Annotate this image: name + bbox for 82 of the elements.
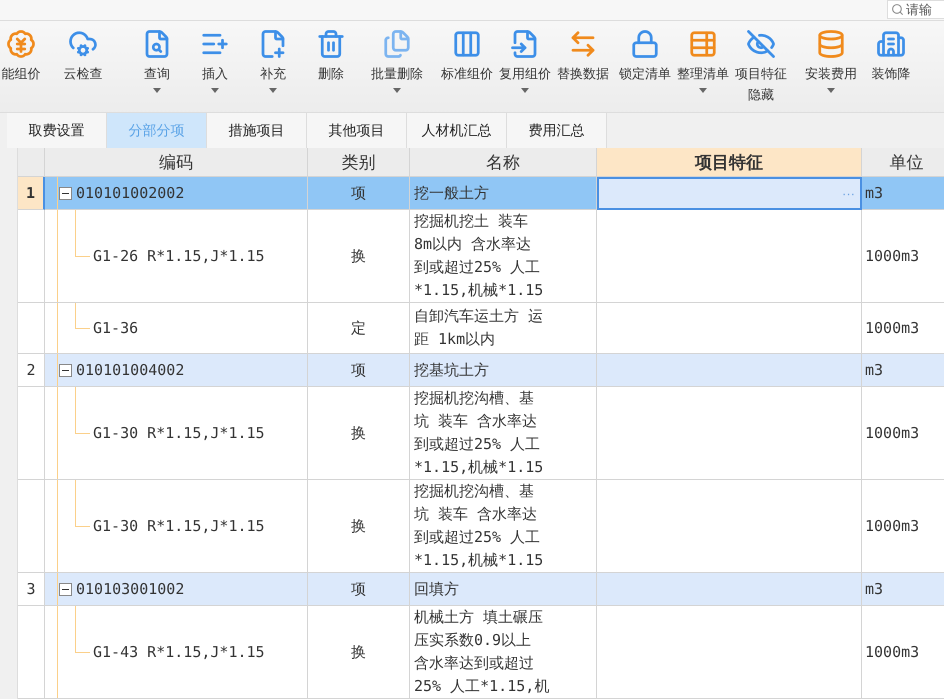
column-header[interactable]: 项目特征 [597, 148, 862, 177]
eye-off-icon [746, 29, 776, 59]
column-header[interactable]: 类别 [308, 148, 410, 177]
table-cell: 换 [308, 606, 410, 699]
tab[interactable]: 其他项目 [307, 113, 407, 148]
column-header[interactable]: 单位 [862, 148, 944, 177]
table-cell: 换 [308, 480, 410, 573]
tree-line [75, 303, 90, 329]
collapse-icon[interactable] [59, 186, 72, 200]
tree-line [75, 210, 90, 257]
table-cell[interactable] [597, 606, 862, 699]
toolbar-button[interactable]: 批量删除 [368, 21, 426, 93]
column-header[interactable]: 名称 [410, 148, 597, 177]
table-cell: 项 [308, 354, 410, 387]
yen-icon [6, 29, 36, 59]
tree-line [75, 387, 90, 434]
toolbar-button[interactable]: 整理清单 [674, 21, 732, 93]
toolbar-button[interactable]: 补充 [244, 21, 302, 93]
code-text: G1-30 R*1.15,J*1.15 [93, 517, 265, 535]
tab[interactable]: 措施项目 [207, 113, 307, 148]
table-cell: 定 [308, 303, 410, 354]
table-cell[interactable] [597, 573, 862, 606]
table-cell[interactable] [597, 354, 862, 387]
lock-icon [630, 29, 660, 59]
tree-line [75, 606, 90, 653]
table-cell: 挖一般土方 [410, 177, 597, 210]
database-icon [816, 29, 846, 59]
table-cell: m3 [862, 354, 944, 387]
table-cell: 挖掘机挖沟槽、基 坑 装车 含水率达 到或超过25% 人工 *1.15,机械*1.15 [410, 387, 597, 480]
columns-icon [452, 29, 482, 59]
toolbar-button[interactable]: 查询 [128, 21, 186, 93]
table-cell: 机械土方 填土碾压 压实系数0.9以上 含水率达到或超过 25% 人工*1.15,机 [410, 606, 597, 699]
toolbar-button[interactable]: 云检查 [54, 21, 112, 85]
tab[interactable]: 费用汇总 [507, 113, 607, 148]
toolbar-button[interactable]: 安装费用 [802, 21, 860, 93]
table-icon [688, 29, 718, 59]
row-number: 3 [18, 573, 45, 606]
toolbar-button[interactable]: 装饰降 [862, 21, 920, 85]
table-cell[interactable] [597, 303, 862, 354]
collapse-icon[interactable] [59, 582, 72, 596]
table-cell[interactable] [597, 480, 862, 573]
toolbar-button[interactable]: 能组价 [0, 21, 50, 85]
header-corner [18, 148, 45, 177]
code-text: 010103001002 [76, 580, 184, 598]
table-cell: 自卸汽车运土方 运 距 1km以内 [410, 303, 597, 354]
building-icon [876, 29, 906, 59]
tab[interactable]: 人材机汇总 [407, 113, 507, 148]
table-cell: m3 [862, 177, 944, 210]
table-cell: 挖掘机挖土 装车 8m以内 含水率达 到或超过25% 人工 *1.15,机械*1.15 [410, 210, 597, 303]
column-header[interactable]: 编码 [45, 148, 308, 177]
trash-icon [316, 29, 346, 59]
table-cell[interactable] [597, 387, 862, 480]
row-number: 1 [18, 177, 45, 210]
table-cell[interactable] [597, 210, 862, 303]
code-text: G1-26 R*1.15,J*1.15 [93, 247, 265, 265]
collapse-icon[interactable] [59, 364, 72, 376]
toolbar-button[interactable]: 删除 [302, 21, 360, 85]
toolbar-button[interactable]: 项目特征隐藏 [732, 21, 790, 106]
code-text: G1-36 [93, 319, 138, 337]
table-cell: 回填方 [410, 573, 597, 606]
code-text: 010101002002 [76, 184, 184, 202]
toolbar-button[interactable]: 锁定清单 [616, 21, 674, 85]
tab[interactable]: 取费设置 [7, 113, 107, 148]
table-cell: 换 [308, 210, 410, 303]
tree-line [75, 480, 90, 527]
stacked-documents-icon [382, 29, 412, 59]
code-text: G1-43 R*1.15,J*1.15 [93, 643, 265, 661]
table-cell: 挖掘机挖沟槽、基 坑 装车 含水率达 到或超过25% 人工 *1.15,机械*1.15 [410, 480, 597, 573]
search-field[interactable]: 请输 [887, 0, 944, 19]
table-cell: 项 [308, 573, 410, 606]
code-text: 010101004002 [76, 361, 184, 379]
table-cell: m3 [862, 573, 944, 606]
code-text: G1-30 R*1.15,J*1.15 [93, 424, 265, 442]
table-cell: 项 [308, 177, 410, 210]
toolbar-button[interactable]: 替换数据 [554, 21, 612, 85]
toolbar-button[interactable]: 复用组价 [496, 21, 554, 93]
row-number: 2 [18, 354, 45, 387]
table-cell: 挖基坑土方 [410, 354, 597, 387]
toolbar-button[interactable]: 插入 [186, 21, 244, 93]
table-cell: 换 [308, 387, 410, 480]
toolbar-button[interactable]: 标准组价 [438, 21, 496, 85]
search-icon [891, 3, 904, 16]
